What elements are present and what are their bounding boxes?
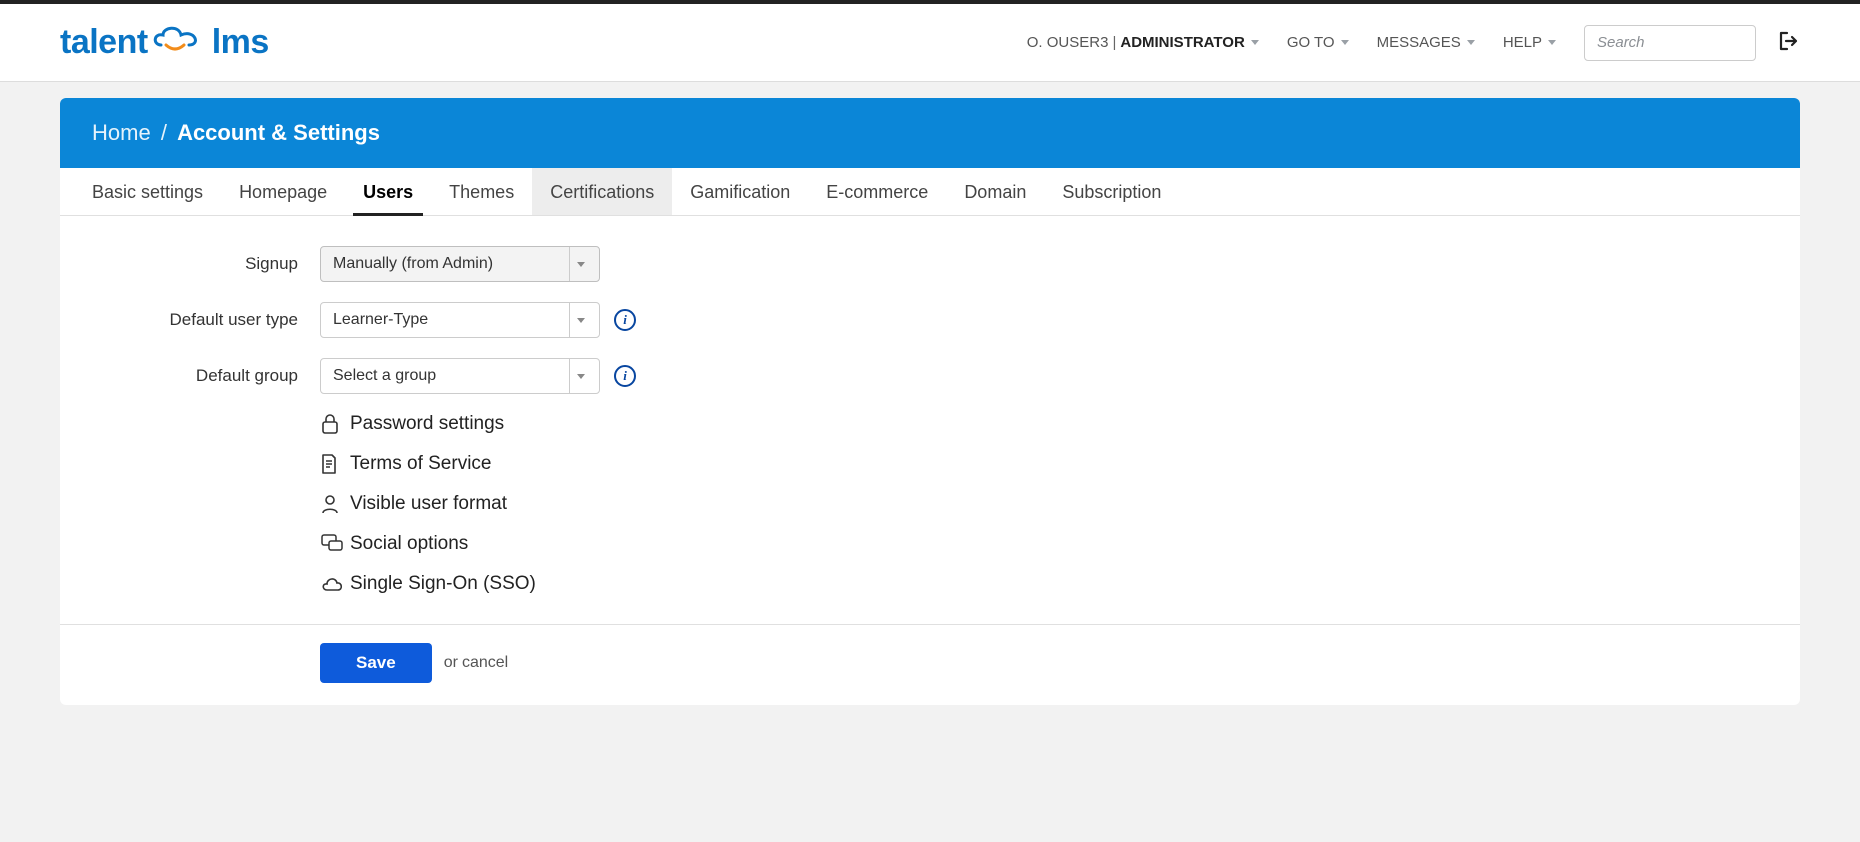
chevron-down-icon <box>1251 40 1259 45</box>
logo-cloud-icon <box>151 23 209 62</box>
info-icon[interactable]: i <box>614 309 636 331</box>
nav-goto-label: GO TO <box>1287 34 1335 51</box>
breadcrumb-separator: / <box>161 120 167 145</box>
search-input[interactable] <box>1584 25 1756 61</box>
user-role-separator: | <box>1112 34 1116 51</box>
section-visible-user-format-label: Visible user format <box>350 493 507 515</box>
nav-goto[interactable]: GO TO <box>1287 34 1349 51</box>
chevron-down-icon <box>1548 40 1556 45</box>
header: talent lms O. OUSER3 | ADMINISTRATOR GO … <box>0 4 1860 82</box>
logo-talent-text: talent <box>60 23 148 62</box>
section-terms-of-service-label: Terms of Service <box>350 453 491 475</box>
section-social-options[interactable]: Social options <box>60 524 1800 564</box>
section-terms-of-service[interactable]: Terms of Service <box>60 444 1800 484</box>
section-password-settings[interactable]: Password settings <box>60 404 1800 444</box>
label-default-user-type: Default user type <box>60 310 320 330</box>
nav-messages-label: MESSAGES <box>1377 34 1461 51</box>
or-text: or <box>444 654 458 672</box>
tab-users[interactable]: Users <box>345 168 431 215</box>
select-default-user-type[interactable]: Learner-Type <box>320 302 600 338</box>
tab-certifications[interactable]: Certifications <box>532 168 672 215</box>
select-default-user-type-value: Learner-Type <box>333 311 428 329</box>
chevron-down-icon <box>1341 40 1349 45</box>
content: Home / Account & Settings Basic settings… <box>0 82 1860 745</box>
tab-domain[interactable]: Domain <box>946 168 1044 215</box>
section-social-options-label: Social options <box>350 533 468 555</box>
tab-themes[interactable]: Themes <box>431 168 532 215</box>
nav-messages[interactable]: MESSAGES <box>1377 34 1475 51</box>
header-right: O. OUSER3 | ADMINISTRATOR GO TO MESSAGES… <box>1027 25 1800 61</box>
username: O. OUSER3 <box>1027 34 1109 51</box>
dropdown-arrow-icon <box>569 359 591 393</box>
user-icon <box>320 493 350 515</box>
document-icon <box>320 453 350 475</box>
tab-gamification[interactable]: Gamification <box>672 168 808 215</box>
tab-homepage[interactable]: Homepage <box>221 168 345 215</box>
logo-lms-text: lms <box>212 23 269 62</box>
save-button[interactable]: Save <box>320 643 432 683</box>
section-sso-label: Single Sign-On (SSO) <box>350 573 536 595</box>
logout-icon[interactable] <box>1778 31 1800 55</box>
dropdown-arrow-icon <box>569 303 591 337</box>
section-visible-user-format[interactable]: Visible user format <box>60 484 1800 524</box>
section-sso[interactable]: Single Sign-On (SSO) <box>60 564 1800 604</box>
info-icon[interactable]: i <box>614 365 636 387</box>
users-form: Signup Manually (from Admin) Default use… <box>60 216 1800 625</box>
select-signup-value: Manually (from Admin) <box>333 255 493 273</box>
page-title: Account & Settings <box>177 120 380 145</box>
nav-help-label: HELP <box>1503 34 1542 51</box>
select-signup[interactable]: Manually (from Admin) <box>320 246 600 282</box>
tab-basic-settings[interactable]: Basic settings <box>74 168 221 215</box>
breadcrumb: Home / Account & Settings <box>60 98 1800 168</box>
row-default-user-type: Default user type Learner-Type i <box>60 292 1800 348</box>
settings-panel: Home / Account & Settings Basic settings… <box>60 98 1800 705</box>
dropdown-arrow-icon <box>569 247 591 281</box>
logo[interactable]: talent lms <box>60 23 269 62</box>
breadcrumb-home-link[interactable]: Home <box>92 120 151 145</box>
cancel-link[interactable]: cancel <box>462 654 508 672</box>
row-signup: Signup Manually (from Admin) <box>60 236 1800 292</box>
chat-icon <box>320 533 350 555</box>
tab-subscription[interactable]: Subscription <box>1044 168 1179 215</box>
row-default-group: Default group Select a group i <box>60 348 1800 404</box>
chevron-down-icon <box>1467 40 1475 45</box>
footer-actions: Save or cancel <box>60 625 1800 705</box>
select-default-group-value: Select a group <box>333 367 436 385</box>
tab-ecommerce[interactable]: E-commerce <box>808 168 946 215</box>
user-role-block[interactable]: O. OUSER3 | ADMINISTRATOR <box>1027 34 1259 51</box>
current-role: ADMINISTRATOR <box>1120 34 1244 51</box>
label-default-group: Default group <box>60 366 320 386</box>
label-signup: Signup <box>60 254 320 274</box>
cloud-icon <box>320 575 350 593</box>
section-password-settings-label: Password settings <box>350 413 504 435</box>
select-default-group[interactable]: Select a group <box>320 358 600 394</box>
lock-icon <box>320 413 350 435</box>
tabs: Basic settings Homepage Users Themes Cer… <box>60 168 1800 216</box>
nav-help[interactable]: HELP <box>1503 34 1556 51</box>
